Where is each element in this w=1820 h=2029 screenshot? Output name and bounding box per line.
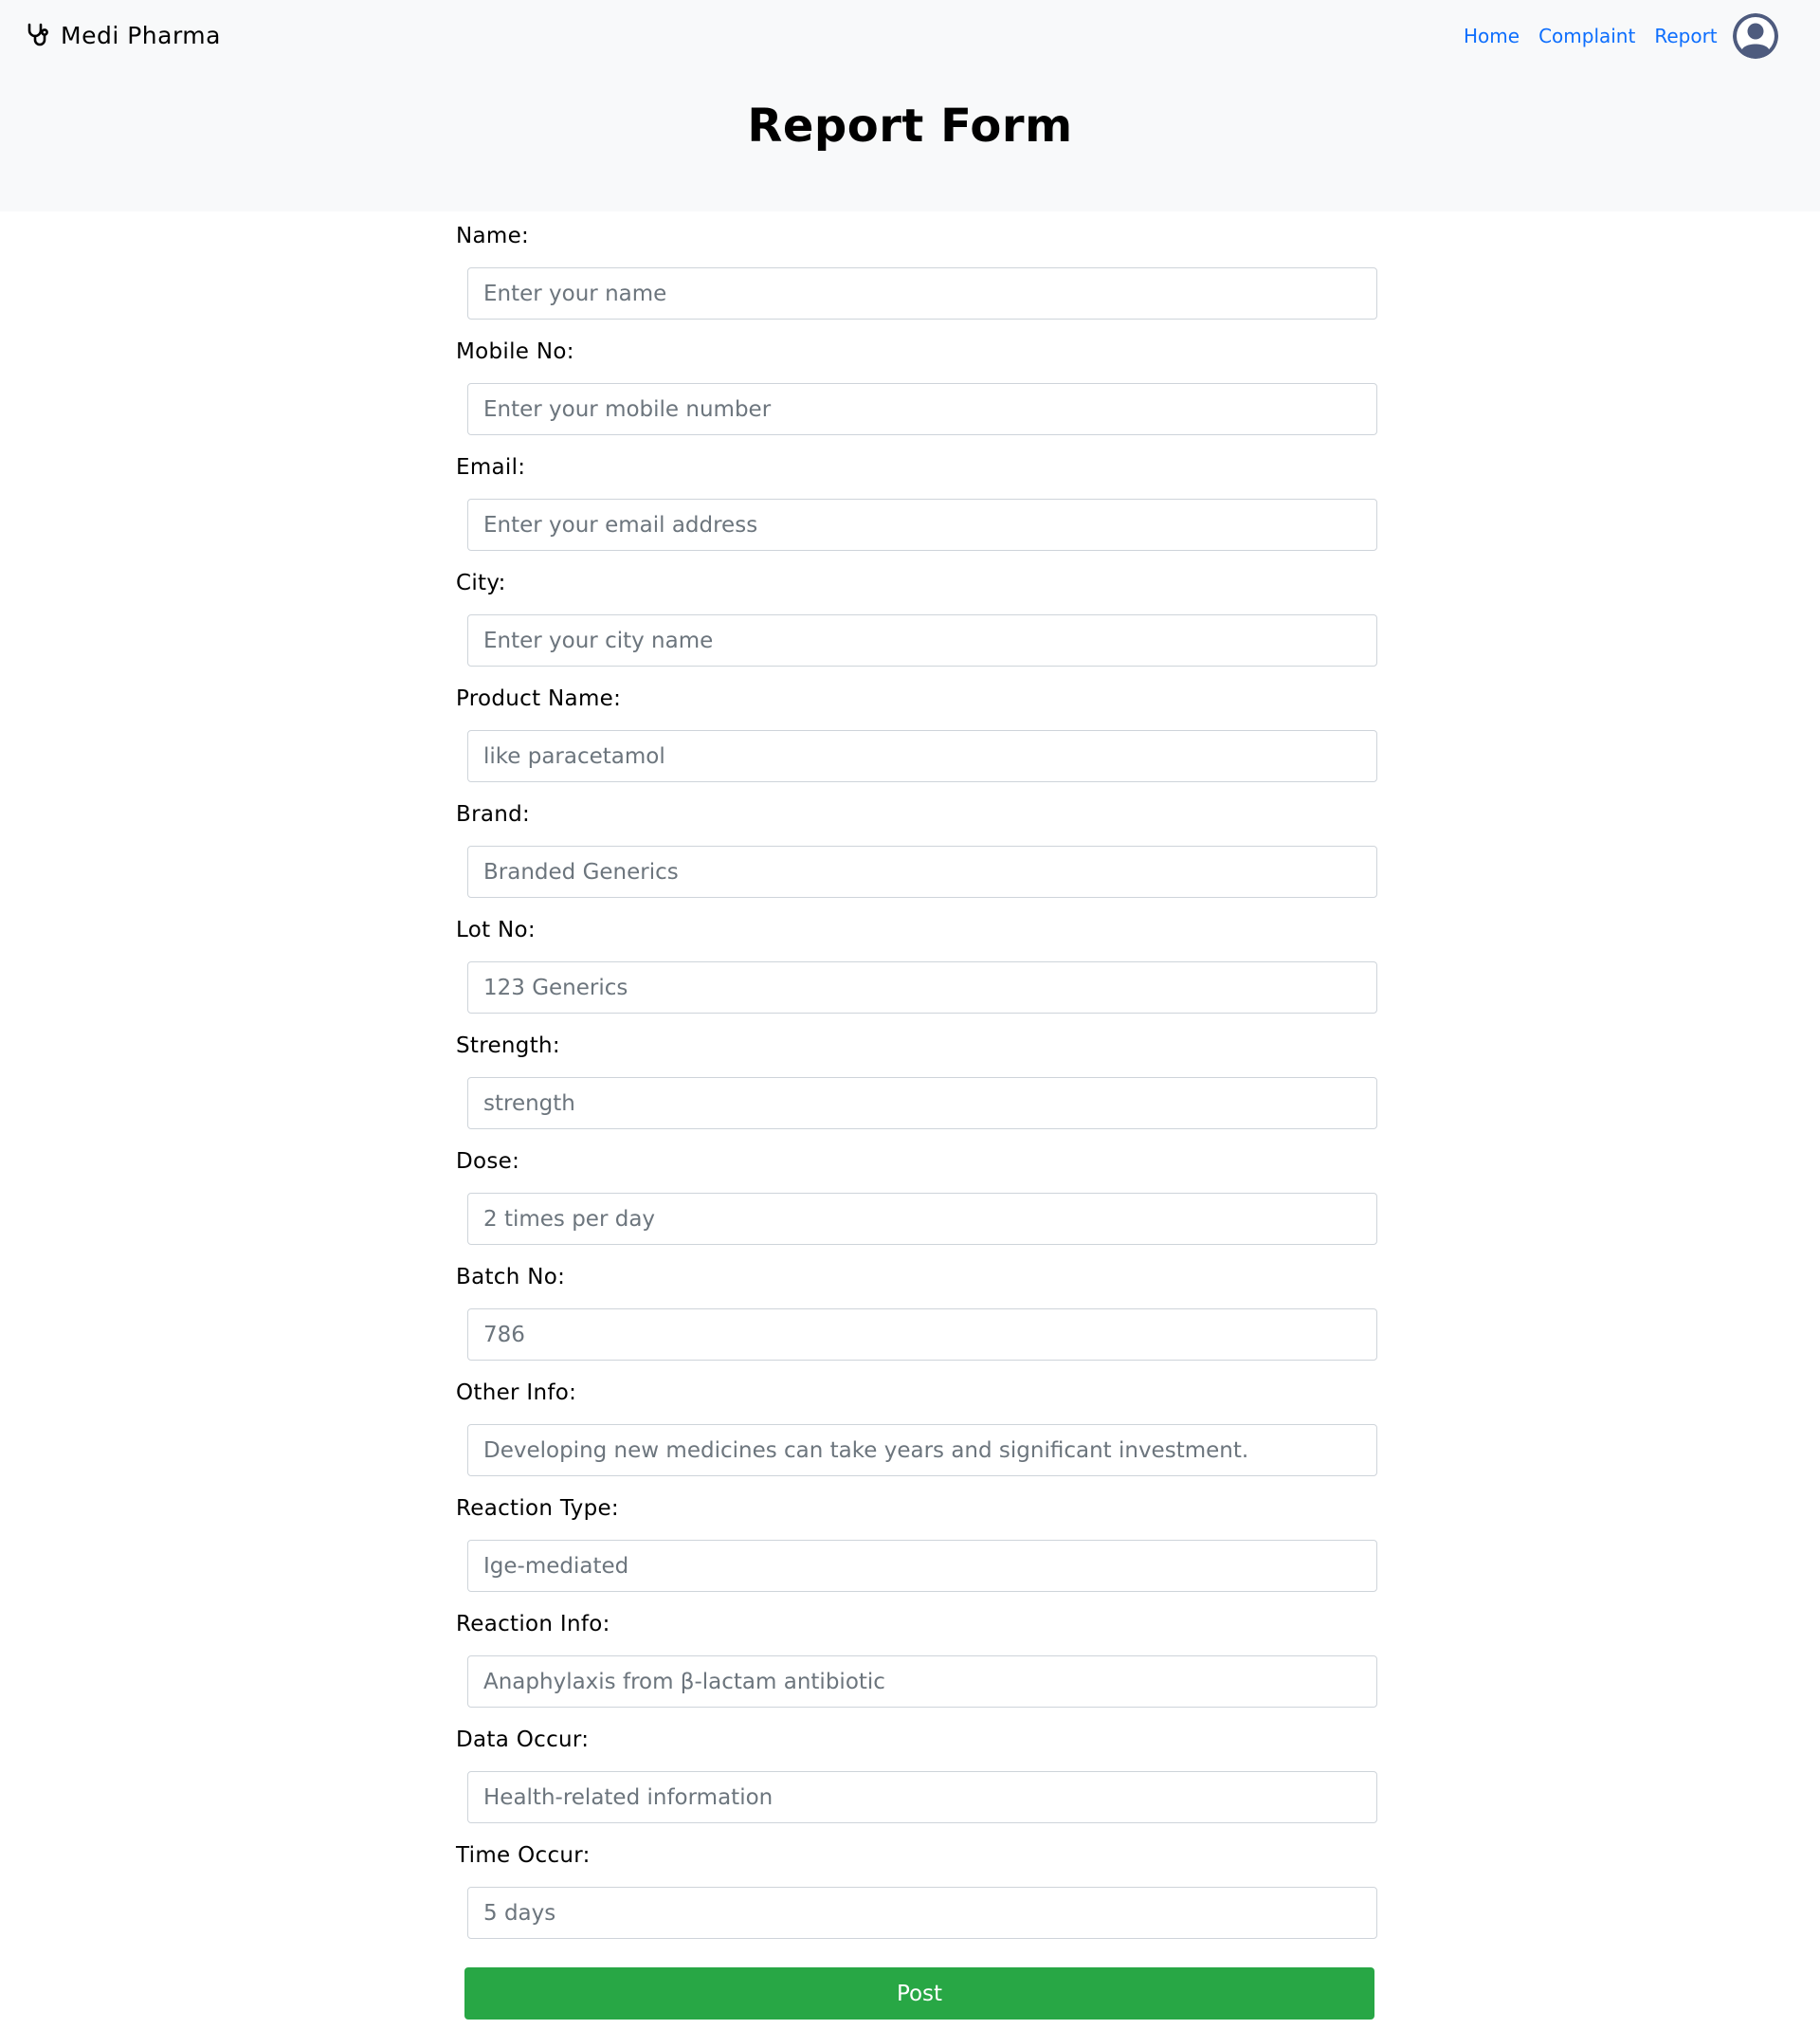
mobile-field-group: Mobile No: (0, 327, 1820, 443)
email-input[interactable] (467, 499, 1377, 551)
name-label: Name: (456, 224, 530, 248)
city-input[interactable] (467, 614, 1377, 667)
nav-home-link[interactable]: Home (1464, 25, 1520, 47)
reaction-type-label: Reaction Type: (456, 1496, 619, 1521)
batch-no-label: Batch No: (456, 1265, 566, 1289)
email-label: Email: (456, 455, 526, 480)
lot-no-field-group: Lot No: (0, 905, 1820, 1021)
top-navbar: Medi Pharma Home Complaint Report Report… (0, 0, 1820, 211)
report-form: Name: Mobile No: Email: City: Product Na… (0, 211, 1820, 1947)
dose-input[interactable] (467, 1193, 1377, 1245)
brand[interactable]: Medi Pharma (27, 17, 221, 53)
email-field-group: Email: (0, 443, 1820, 558)
other-info-field-group: Other Info: (0, 1368, 1820, 1484)
batch-no-input[interactable] (467, 1308, 1377, 1361)
reaction-info-label: Reaction Info: (456, 1612, 610, 1636)
data-occur-field-group: Data Occur: (0, 1715, 1820, 1831)
lot-no-label: Lot No: (456, 918, 536, 942)
reaction-info-input[interactable] (467, 1655, 1377, 1708)
time-occur-input[interactable] (467, 1887, 1377, 1939)
brand-label: Brand: (456, 802, 531, 827)
mobile-input[interactable] (467, 383, 1377, 435)
lot-no-input[interactable] (467, 961, 1377, 1014)
product-name-label: Product Name: (456, 686, 622, 711)
other-info-label: Other Info: (456, 1380, 577, 1405)
brand-field-group: Brand: (0, 790, 1820, 905)
data-occur-input[interactable] (467, 1771, 1377, 1823)
reaction-info-field-group: Reaction Info: (0, 1599, 1820, 1715)
city-label: City: (456, 571, 506, 595)
nav-complaint-link[interactable]: Complaint (1538, 25, 1635, 47)
nav-report-link[interactable]: Report (1654, 25, 1717, 47)
brand-name: Medi Pharma (61, 21, 221, 49)
mobile-label: Mobile No: (456, 339, 574, 364)
product-name-input[interactable] (467, 730, 1377, 782)
data-occur-label: Data Occur: (456, 1727, 590, 1752)
strength-input[interactable] (467, 1077, 1377, 1129)
reaction-type-input[interactable] (467, 1540, 1377, 1592)
user-avatar-icon[interactable] (1733, 13, 1778, 59)
reaction-type-field-group: Reaction Type: (0, 1484, 1820, 1599)
strength-field-group: Strength: (0, 1021, 1820, 1137)
brand-input[interactable] (467, 846, 1377, 898)
name-field-group: Name: (0, 211, 1820, 327)
dose-field-group: Dose: (0, 1137, 1820, 1252)
post-button[interactable]: Post (464, 1967, 1374, 2020)
dose-label: Dose: (456, 1149, 520, 1174)
batch-no-field-group: Batch No: (0, 1252, 1820, 1368)
time-occur-field-group: Time Occur: (0, 1831, 1820, 1947)
product-name-field-group: Product Name: (0, 674, 1820, 790)
time-occur-label: Time Occur: (456, 1843, 591, 1868)
name-input[interactable] (467, 267, 1377, 320)
stethoscope-icon (27, 22, 51, 48)
page-title: Report Form (747, 100, 1073, 153)
city-field-group: City: (0, 558, 1820, 674)
strength-label: Strength: (456, 1033, 560, 1058)
other-info-input[interactable] (467, 1424, 1377, 1476)
main-nav: Home Complaint Report (1464, 21, 1718, 51)
